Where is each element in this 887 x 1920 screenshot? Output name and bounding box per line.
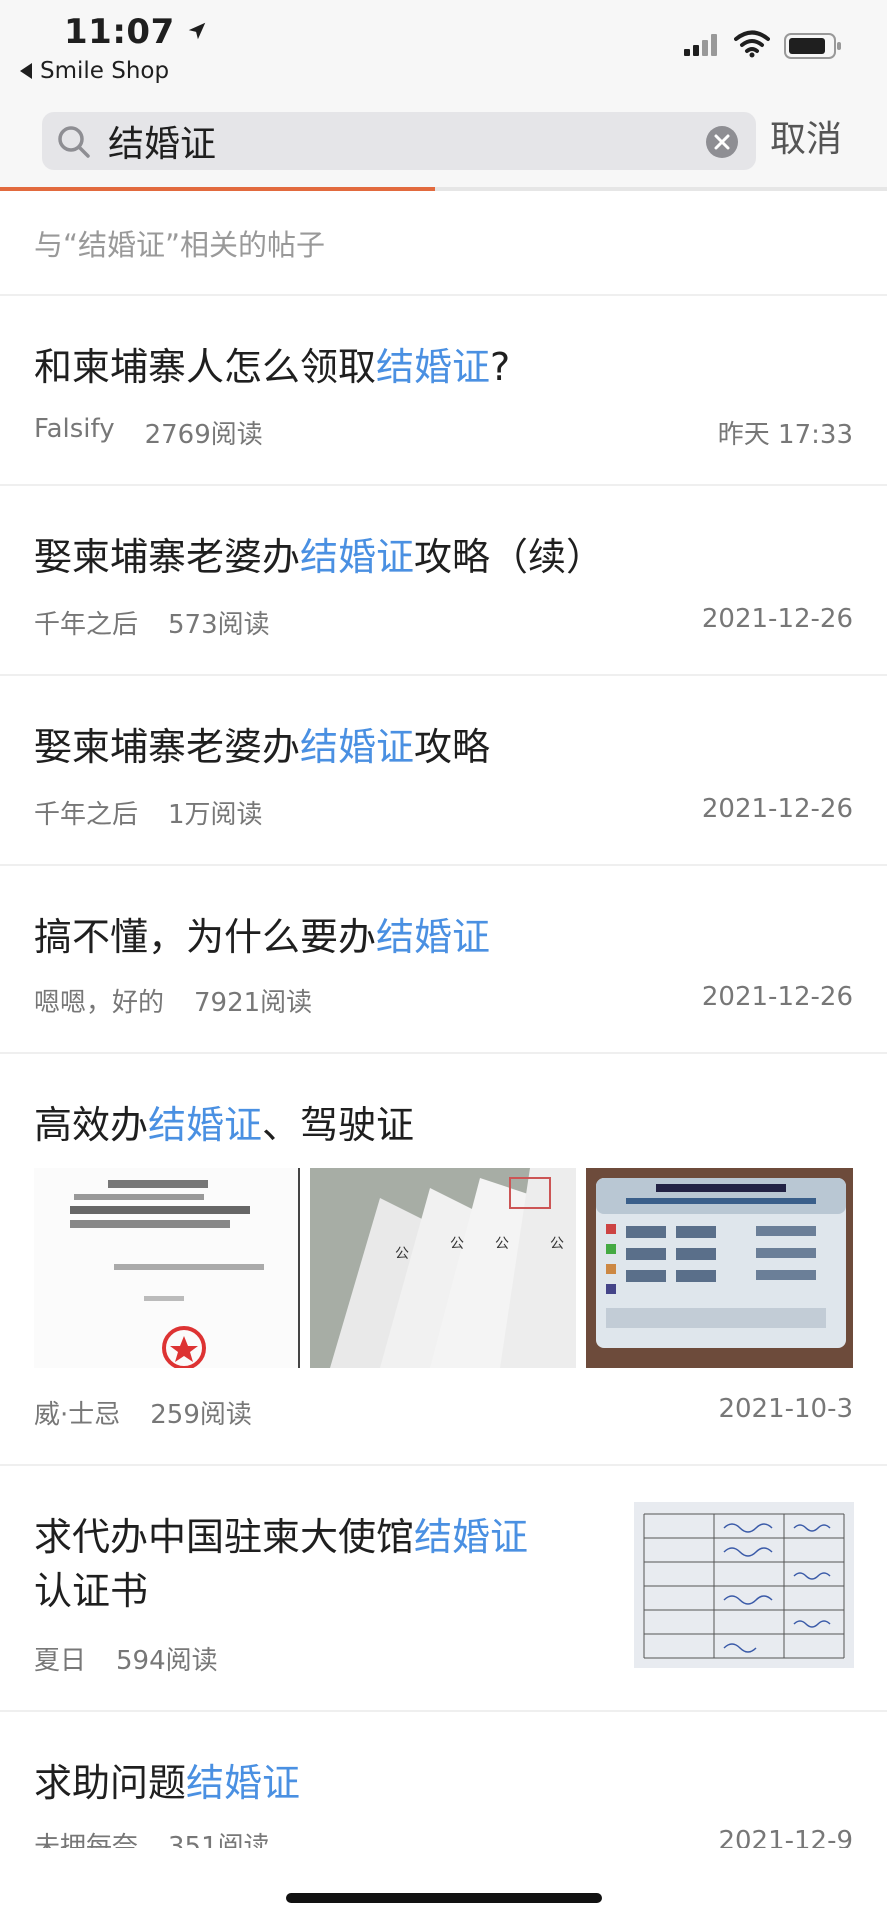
- post-date: 2021-12-26: [701, 794, 853, 824]
- post-reads: 7921阅读: [194, 988, 313, 1018]
- handwritten-form-image: [634, 1502, 854, 1668]
- post-date: 2021-12-26: [701, 982, 853, 1012]
- section-title: 与“结婚证”相关的帖子: [34, 228, 326, 262]
- post-author: 嗯嗯，好的: [34, 988, 165, 1018]
- post-meta: 嗯嗯，好的 7921阅读: [34, 982, 312, 1019]
- post-title: 和柬埔寨人怎么领取结婚证?: [34, 345, 511, 389]
- clear-search-button[interactable]: [706, 126, 738, 158]
- cellular-signal-icon: [684, 34, 717, 56]
- search-header: 取消: [0, 100, 887, 188]
- document-image: [34, 1168, 300, 1368]
- post-reads: 1万阅读: [168, 800, 263, 830]
- close-icon: [714, 134, 730, 150]
- post-image-handwritten-form[interactable]: [634, 1502, 854, 1668]
- bottom-safe-area: [0, 1848, 887, 1920]
- license-card-image: [586, 1168, 853, 1368]
- post-meta: 威·士忌 259阅读: [34, 1394, 252, 1431]
- post-title: 求助问题结婚证: [34, 1761, 301, 1805]
- svg-text:公: 公: [495, 1236, 509, 1252]
- post-item[interactable]: 高效办结婚证、驾驶证 公 公 公 公 威·士忌 259阅读 2021-10-3: [0, 1054, 887, 1464]
- status-bar: 11:07 Smile Shop: [0, 0, 887, 100]
- location-arrow-icon: [188, 22, 206, 40]
- search-icon: [58, 126, 90, 158]
- post-item[interactable]: 娶柬埔寨老婆办结婚证攻略（续） 千年之后 573阅读 2021-12-26: [0, 486, 887, 674]
- post-title: 高效办结婚证、驾驶证: [34, 1103, 415, 1147]
- post-meta: 千年之后 1万阅读: [34, 794, 263, 831]
- post-image-license[interactable]: [586, 1168, 853, 1368]
- post-author: 威·士忌: [34, 1400, 121, 1430]
- post-meta: 千年之后 573阅读: [34, 604, 270, 641]
- post-author: 千年之后: [34, 800, 139, 830]
- post-author: Falsify: [34, 414, 115, 444]
- status-time: 11:07: [64, 12, 175, 52]
- post-image-envelopes[interactable]: 公 公 公 公: [310, 1168, 576, 1368]
- post-author: 夏日: [34, 1646, 87, 1676]
- loading-progress-fill: [0, 187, 435, 191]
- post-title: 娶柬埔寨老婆办结婚证攻略（续）: [34, 535, 605, 579]
- svg-text:公: 公: [550, 1236, 564, 1252]
- cancel-button[interactable]: 取消: [770, 110, 842, 162]
- search-box[interactable]: [42, 112, 756, 170]
- back-triangle-icon: [20, 63, 32, 79]
- post-title: 娶柬埔寨老婆办结婚证攻略: [34, 725, 491, 769]
- post-reads: 573阅读: [168, 610, 270, 640]
- post-title: 搞不懂，为什么要办结婚证: [34, 915, 491, 959]
- post-title-line2: 认证书: [34, 1569, 149, 1613]
- post-item[interactable]: 娶柬埔寨老婆办结婚证攻略 千年之后 1万阅读 2021-12-26: [0, 676, 887, 864]
- post-meta: Falsify 2769阅读: [34, 414, 263, 451]
- post-title: 求代办中国驻柬大使馆结婚证: [34, 1515, 529, 1559]
- back-to-app-link[interactable]: Smile Shop: [20, 58, 169, 84]
- back-app-label: Smile Shop: [40, 58, 170, 84]
- post-author: 千年之后: [34, 610, 139, 640]
- post-image-document[interactable]: [34, 1168, 300, 1368]
- home-indicator[interactable]: [286, 1893, 602, 1903]
- envelopes-image: 公 公 公 公: [310, 1168, 576, 1368]
- post-date: 2021-12-26: [701, 604, 853, 634]
- post-meta: 夏日 594阅读: [34, 1640, 218, 1677]
- post-reads: 594阅读: [116, 1646, 218, 1676]
- svg-text:公: 公: [450, 1236, 464, 1252]
- post-date: 昨天 17:33: [717, 420, 853, 450]
- post-item[interactable]: 和柬埔寨人怎么领取结婚证? Falsify 2769阅读 昨天 17:33: [0, 296, 887, 484]
- post-item[interactable]: 求代办中国驻柬大使馆结婚证 认证书 夏日 594阅读: [0, 1466, 887, 1710]
- svg-text:公: 公: [395, 1246, 409, 1262]
- post-date: 2021-10-3: [718, 1394, 853, 1424]
- search-input[interactable]: [108, 112, 668, 170]
- post-reads: 2769阅读: [144, 420, 263, 450]
- wifi-icon: [734, 30, 770, 58]
- battery-icon: [784, 33, 841, 59]
- post-item[interactable]: 搞不懂，为什么要办结婚证 嗯嗯，好的 7921阅读 2021-12-26: [0, 866, 887, 1052]
- post-reads: 259阅读: [150, 1400, 252, 1430]
- loading-progress-bar: [0, 187, 887, 191]
